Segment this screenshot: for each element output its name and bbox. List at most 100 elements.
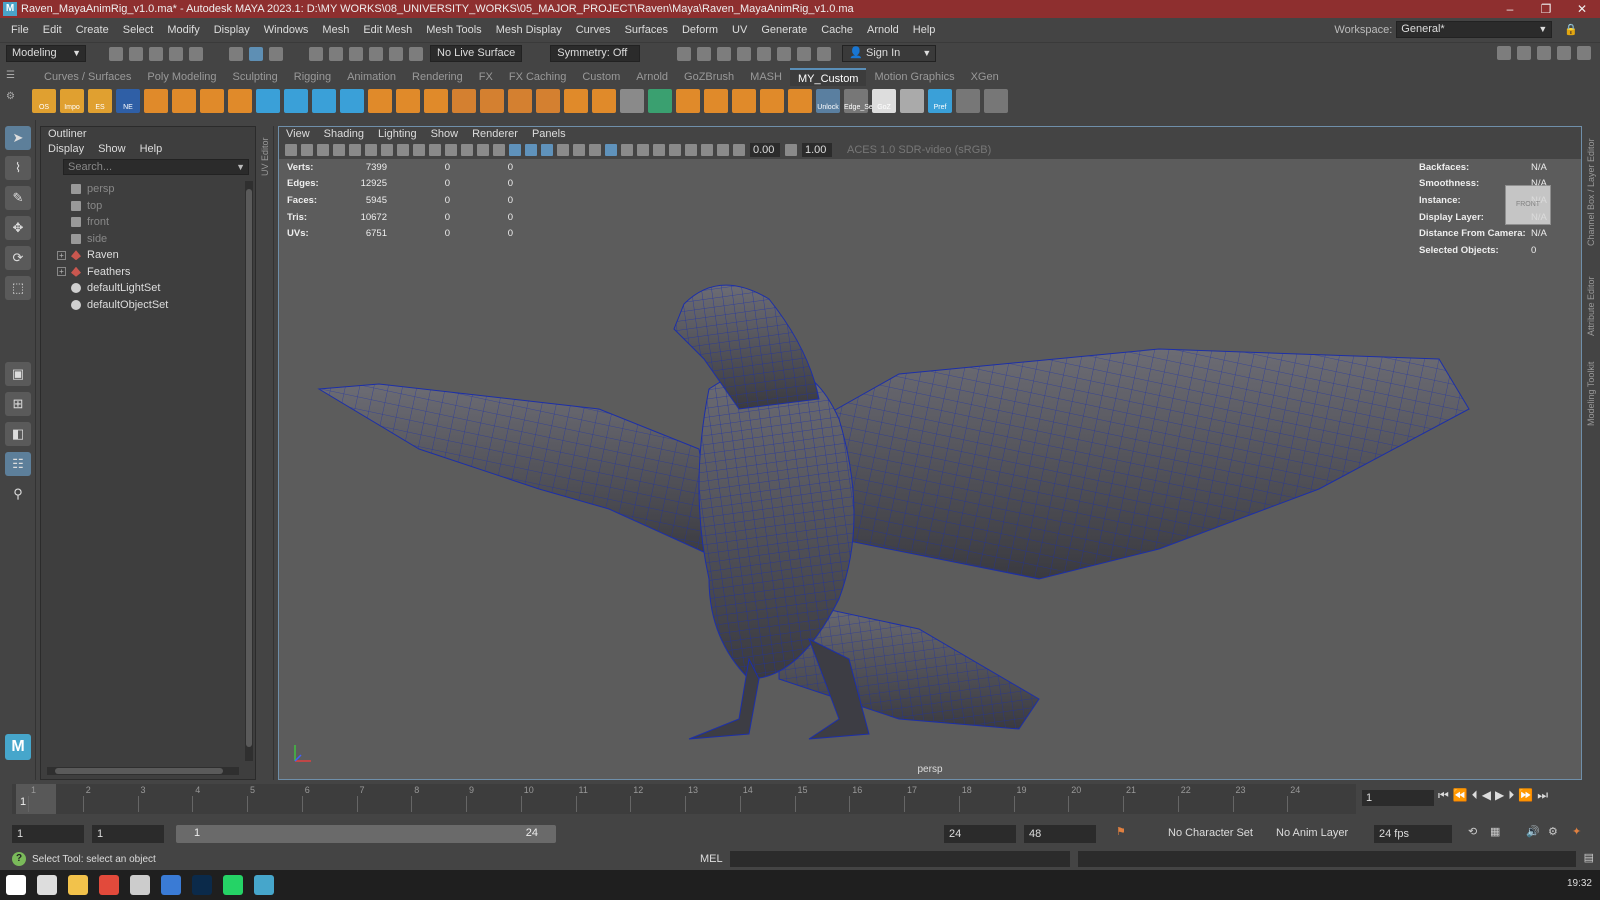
anim-layer-dropdown[interactable]: No Anim Layer (1276, 827, 1348, 839)
chrome-icon[interactable] (99, 875, 119, 895)
playback-end-field[interactable]: 24 (944, 825, 1016, 843)
channel-box-icon[interactable] (1557, 46, 1571, 60)
shelf-button-icon[interactable]: Unlock (816, 89, 840, 113)
step-forward-frame-icon[interactable]: ⏵ (1508, 788, 1514, 803)
script-language-toggle[interactable]: MEL (700, 853, 723, 865)
open-scene-icon[interactable] (129, 46, 143, 61)
shelf-button-icon[interactable] (340, 89, 364, 113)
steam-icon[interactable] (130, 875, 150, 895)
wireframe-icon[interactable] (493, 144, 505, 156)
isolate-select-icon[interactable] (653, 144, 665, 156)
shelf-button-icon[interactable] (676, 89, 700, 113)
shelf-settings-icon[interactable]: ⚙ (6, 91, 28, 102)
shelf-tab-fx[interactable]: FX (471, 68, 501, 86)
xray-joints-icon[interactable] (685, 144, 697, 156)
step-back-frame-icon[interactable]: ⏴ (1472, 788, 1478, 803)
task-view-icon[interactable] (37, 875, 57, 895)
search-icon[interactable]: ⚲ (5, 482, 31, 506)
modeling-toolkit-icon[interactable] (1497, 46, 1511, 60)
workspace-dropdown[interactable]: General* ▼ (1396, 21, 1553, 38)
menu-help[interactable]: Help (906, 24, 943, 36)
menu-windows[interactable]: Windows (257, 24, 316, 36)
menu-mesh[interactable]: Mesh (315, 24, 356, 36)
shelf-button-icon[interactable] (256, 89, 280, 113)
render-current-icon[interactable] (697, 46, 712, 61)
loop-icon[interactable]: ⟲ (1468, 825, 1477, 838)
current-frame-field[interactable]: 1 (1362, 790, 1434, 806)
safe-action-icon[interactable] (461, 144, 473, 156)
gate-mask-icon[interactable] (429, 144, 441, 156)
resolution-gate-icon[interactable] (413, 144, 425, 156)
lock-icon[interactable]: 🔒 (1564, 23, 1578, 36)
scroll-thumb[interactable] (246, 189, 252, 747)
outliner-menu-show[interactable]: Show (98, 141, 126, 157)
mel-command-input[interactable] (730, 851, 1070, 867)
menu-arnold[interactable]: Arnold (860, 24, 906, 36)
maya-icon[interactable] (254, 875, 274, 895)
play-forward-icon[interactable]: ▶ (1495, 788, 1504, 803)
menu-uv[interactable]: UV (725, 24, 754, 36)
safe-title-icon[interactable] (477, 144, 489, 156)
shelf-button-icon[interactable] (956, 89, 980, 113)
maya-home-icon[interactable]: M (5, 734, 31, 760)
film-gate-icon[interactable] (397, 144, 409, 156)
menu-generate[interactable]: Generate (754, 24, 814, 36)
shelf-tab-rendering[interactable]: Rendering (404, 68, 471, 86)
shelf-button-icon[interactable] (592, 89, 616, 113)
modeling-toolkit-tab[interactable]: Modeling Toolkit (1586, 362, 1596, 426)
shelf-button-icon[interactable]: Impo (60, 89, 84, 113)
scene-start-field[interactable]: 1 (12, 825, 84, 843)
menu-mesh-tools[interactable]: Mesh Tools (419, 24, 488, 36)
restore-button[interactable]: ❐ (1528, 0, 1564, 18)
outliner-item-raven[interactable]: + Raven (41, 247, 245, 264)
shelf-tab-animation[interactable]: Animation (339, 68, 404, 86)
shadows-icon[interactable] (573, 144, 585, 156)
viewport-menu-show[interactable]: Show (431, 127, 459, 141)
select-tool-icon[interactable]: ➤ (5, 126, 31, 150)
view-cube[interactable]: FRONT (1505, 185, 1551, 225)
shelf-button-icon[interactable] (564, 89, 588, 113)
camera-attributes-icon[interactable] (301, 144, 313, 156)
gamma-icon[interactable] (785, 144, 797, 156)
rotate-tool-icon[interactable]: ⟳ (5, 246, 31, 270)
time-slider[interactable]: 1 1 2 3 4 5 6 7 8 9 10 11 12 13 14 15 16 17 18 19 20 21 22 23 2… (12, 784, 1356, 814)
menu-set-dropdown[interactable]: Modeling ▼ (6, 45, 86, 62)
use-all-lights-icon[interactable] (557, 144, 569, 156)
grease-pencil-icon[interactable] (365, 144, 377, 156)
scene-end-field[interactable]: 48 (1024, 825, 1096, 843)
viewport-menu-lighting[interactable]: Lighting (378, 127, 417, 141)
viewport-menu-view[interactable]: View (286, 127, 310, 141)
shelf-button-icon[interactable]: ES (88, 89, 112, 113)
photoshop-icon[interactable] (192, 875, 212, 895)
expand-icon[interactable]: + (57, 267, 66, 277)
uv-editor-tab[interactable]: UV Editor (258, 126, 274, 780)
outliner-vertical-scrollbar[interactable] (245, 181, 253, 761)
snap-point-icon[interactable] (349, 46, 363, 61)
color-space-dropdown[interactable]: ACES 1.0 SDR-video (sRGB) (847, 144, 1007, 156)
sound-icon[interactable]: 🔊 (1526, 825, 1540, 838)
shelf-button-icon[interactable]: NE (116, 89, 140, 113)
select-component-icon[interactable] (269, 46, 283, 61)
shelf-tab-fx-caching[interactable]: FX Caching (501, 68, 574, 86)
symmetry-dropdown[interactable]: Symmetry: Off (550, 45, 641, 62)
playback-start-field[interactable]: 1 (92, 825, 164, 843)
step-forward-key-icon[interactable]: ⏩ (1518, 788, 1533, 803)
snap-view-plane-icon[interactable] (389, 46, 403, 61)
arnold-ipr-icon[interactable] (797, 46, 812, 61)
shelf-button-icon[interactable] (984, 89, 1008, 113)
viewport-menu-shading[interactable]: Shading (324, 127, 364, 141)
play-backward-icon[interactable]: ◀ (1482, 788, 1491, 803)
smooth-shade-icon[interactable] (509, 144, 521, 156)
shelf-button-icon[interactable] (900, 89, 924, 113)
shelf-tab-arnold[interactable]: Arnold (628, 68, 676, 86)
shelf-button-icon[interactable] (452, 89, 476, 113)
make-live-icon[interactable] (409, 46, 423, 61)
shelf-button-icon[interactable] (144, 89, 168, 113)
outliner-menu-display[interactable]: Display (48, 141, 84, 157)
shelf-button-icon[interactable] (620, 89, 644, 113)
shelf-button-icon[interactable] (536, 89, 560, 113)
anti-aliasing-icon[interactable] (621, 144, 633, 156)
menu-mesh-display[interactable]: Mesh Display (489, 24, 569, 36)
outliner-item-persp[interactable]: persp (41, 181, 245, 198)
gamma-field[interactable]: 1.00 (802, 143, 832, 157)
